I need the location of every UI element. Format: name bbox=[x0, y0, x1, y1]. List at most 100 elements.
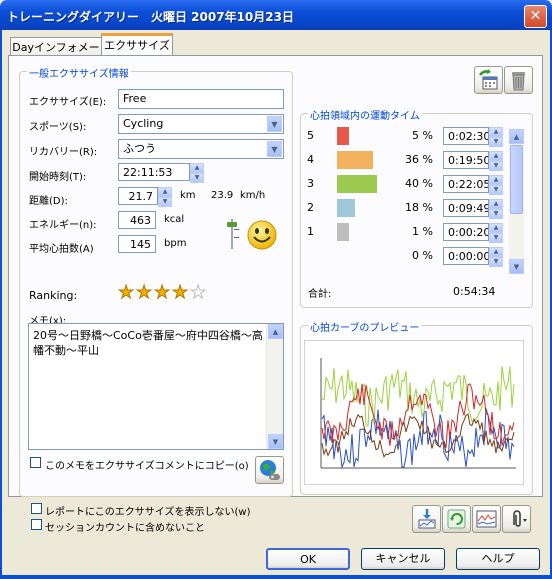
speed-unit: km/h bbox=[240, 190, 266, 201]
zone-number: 1 bbox=[307, 225, 314, 238]
zone-number: 5 bbox=[307, 129, 314, 142]
star-filled-icon[interactable]: ★ bbox=[172, 283, 190, 302]
zone-time-input[interactable]: 0:09:49 bbox=[443, 199, 489, 217]
energy-input[interactable]: 463 bbox=[118, 211, 156, 229]
attachment-button[interactable] bbox=[502, 505, 531, 533]
zone-time-spinner[interactable]: ▲ ▼ bbox=[489, 199, 503, 219]
memo-scrollbar[interactable]: ▲ ▼ bbox=[266, 324, 283, 449]
star-filled-icon[interactable]: ★ bbox=[118, 283, 136, 302]
zone-time-spinner[interactable]: ▲ ▼ bbox=[489, 151, 503, 171]
distance-unit: km bbox=[180, 190, 196, 201]
copy-memo-label: このメモをエクササイズコメントにコピー(o) bbox=[45, 461, 249, 472]
globe-icon bbox=[260, 460, 280, 480]
energy-unit: kcal bbox=[164, 214, 185, 225]
zone-time-input[interactable]: 0:02:30 bbox=[443, 127, 489, 145]
zone-percent: 36 % bbox=[405, 153, 433, 166]
zone-time-input[interactable]: 0:00:00 bbox=[443, 247, 489, 265]
sport-value: Cycling bbox=[123, 117, 164, 130]
ranking-label: Ranking: bbox=[29, 289, 78, 302]
cancel-button[interactable]: キャンセル bbox=[361, 548, 445, 570]
zone-row: 0 % 0:00:00 ▲ ▼ bbox=[300, 246, 510, 267]
calendar-move-button[interactable] bbox=[474, 66, 503, 94]
zone-time-spinner[interactable]: ▲ ▼ bbox=[489, 175, 503, 195]
star-filled-icon[interactable]: ★ bbox=[154, 283, 172, 302]
sport-select[interactable]: Cycling bbox=[118, 114, 284, 134]
zone-row: 1 1 % 0:00:20 ▲ ▼ bbox=[300, 222, 510, 243]
distance-label: 距離(D): bbox=[29, 196, 68, 207]
recovery-label: リカバリー(R): bbox=[29, 147, 98, 158]
smiley-icon bbox=[247, 220, 277, 250]
no-report-checkbox[interactable] bbox=[31, 503, 42, 514]
zones-scroll-up-icon[interactable]: ▲ bbox=[509, 129, 524, 144]
memo-text: 20号～日野橋～CoCo壱番屋～府中四谷橋～高幡不動～平山 bbox=[33, 329, 263, 357]
star-filled-icon[interactable]: ★ bbox=[136, 283, 154, 302]
zones-scroll-thumb[interactable] bbox=[510, 145, 523, 214]
start-time-label: 開始時刻(T): bbox=[29, 172, 87, 183]
memo-scroll-up-icon[interactable]: ▲ bbox=[268, 324, 283, 339]
zone-row: 4 36 % 0:19:50 ▲ ▼ bbox=[300, 150, 510, 171]
total-value: 0:54:34 bbox=[453, 285, 496, 298]
zone-percent: 0 % bbox=[412, 249, 433, 262]
zone-time-input[interactable]: 0:22:05 bbox=[443, 175, 489, 193]
recovery-select[interactable]: ふつう bbox=[118, 139, 284, 159]
paperclip-icon bbox=[513, 510, 527, 527]
start-time-input[interactable]: 22:11:53 bbox=[118, 163, 190, 181]
window-title: トレーニングダイアリー 火曜日 2007年10月23日 bbox=[7, 10, 294, 24]
ranking-stars[interactable]: ★ ★ ★ ★ ★ bbox=[118, 283, 213, 302]
close-button[interactable]: ✕ bbox=[524, 5, 547, 28]
distance-spinner[interactable]: ▲ ▼ bbox=[158, 187, 172, 207]
help-button[interactable]: ヘルプ bbox=[456, 548, 540, 570]
memo-scroll-down-icon[interactable]: ▼ bbox=[268, 434, 283, 449]
sport-dropdown-icon[interactable]: ▼ bbox=[267, 116, 282, 132]
zone-row: 3 40 % 0:22:05 ▲ ▼ bbox=[300, 174, 510, 195]
no-session-checkbox[interactable] bbox=[31, 519, 42, 530]
trash-icon bbox=[512, 72, 525, 91]
star-empty-icon[interactable]: ★ bbox=[190, 283, 208, 302]
hr-zones-list: 55 % 0:02:30 ▲ ▼ 4 36 % 0:19:50 ▲ ▼ 3 40 % 0:22:05 ▲… bbox=[300, 126, 510, 276]
web-link-button[interactable] bbox=[255, 456, 284, 484]
import-button[interactable] bbox=[412, 505, 441, 533]
zone-bar bbox=[337, 175, 377, 193]
zone-time-spinner[interactable]: ▲ ▼ bbox=[489, 247, 503, 267]
zones-scrollbar[interactable]: ▲ ▼ bbox=[509, 129, 524, 274]
import-chart-icon bbox=[418, 509, 436, 529]
hr-preview-title: 心拍カーブのプレビュー bbox=[308, 319, 422, 334]
energy-label: エネルギー(n): bbox=[29, 220, 97, 231]
zone-time-input[interactable]: 0:00:20 bbox=[443, 223, 489, 241]
hr-zones-title: 心拍領域内の運動タイム bbox=[308, 107, 422, 122]
zone-percent: 5 % bbox=[412, 129, 433, 142]
hr-graph-button[interactable] bbox=[472, 505, 501, 533]
refresh-button[interactable] bbox=[442, 505, 471, 533]
total-label: 合計: bbox=[308, 289, 332, 300]
ok-button[interactable]: OK bbox=[266, 548, 350, 570]
memo-textarea[interactable]: 20号～日野橋～CoCo壱番屋～府中四谷橋～高幡不動～平山 ▲ ▼ bbox=[28, 323, 284, 450]
zone-percent: 18 % bbox=[405, 201, 433, 214]
sport-label: スポーツ(S): bbox=[29, 122, 87, 133]
no-report-label: レポートにこのエクササイズを表示しない(w) bbox=[45, 507, 251, 518]
zone-bar bbox=[337, 127, 349, 145]
zone-number: 4 bbox=[307, 153, 314, 166]
zone-time-spinner[interactable]: ▲ ▼ bbox=[489, 223, 503, 243]
no-session-label: セッションカウントに含めないこと bbox=[45, 523, 205, 534]
hr-curve-preview bbox=[304, 340, 524, 485]
delete-exercise-button[interactable] bbox=[504, 66, 533, 94]
distance-input[interactable]: 21.7 bbox=[118, 187, 158, 205]
start-time-spinner[interactable]: ▲ ▼ bbox=[190, 163, 204, 183]
zone-row: 2 18 % 0:09:49 ▲ ▼ bbox=[300, 198, 510, 219]
avg-hr-input[interactable]: 145 bbox=[118, 235, 156, 253]
refresh-icon bbox=[447, 509, 466, 529]
zone-row: 5 5 % 0:02:30 ▲ ▼ bbox=[300, 126, 510, 147]
exercise-label: エクササイズ(E): bbox=[29, 97, 107, 108]
recovery-value: ふつう bbox=[123, 142, 156, 155]
recovery-dropdown-icon[interactable]: ▼ bbox=[267, 141, 282, 157]
zones-scroll-down-icon[interactable]: ▼ bbox=[509, 259, 524, 274]
speed-value: 23.9 bbox=[211, 190, 234, 201]
avg-hr-label: 平均心拍数(A) bbox=[29, 244, 94, 255]
zone-time-spinner[interactable]: ▲ ▼ bbox=[489, 127, 503, 147]
zone-time-input[interactable]: 0:19:50 bbox=[443, 151, 489, 169]
copy-memo-checkbox[interactable] bbox=[30, 457, 41, 468]
zone-bar bbox=[337, 223, 349, 241]
exercise-input[interactable]: Free bbox=[118, 89, 284, 109]
tab-exercise-1[interactable]: エクササイズ 1 bbox=[101, 33, 173, 71]
feeling-slider[interactable] bbox=[226, 219, 240, 249]
